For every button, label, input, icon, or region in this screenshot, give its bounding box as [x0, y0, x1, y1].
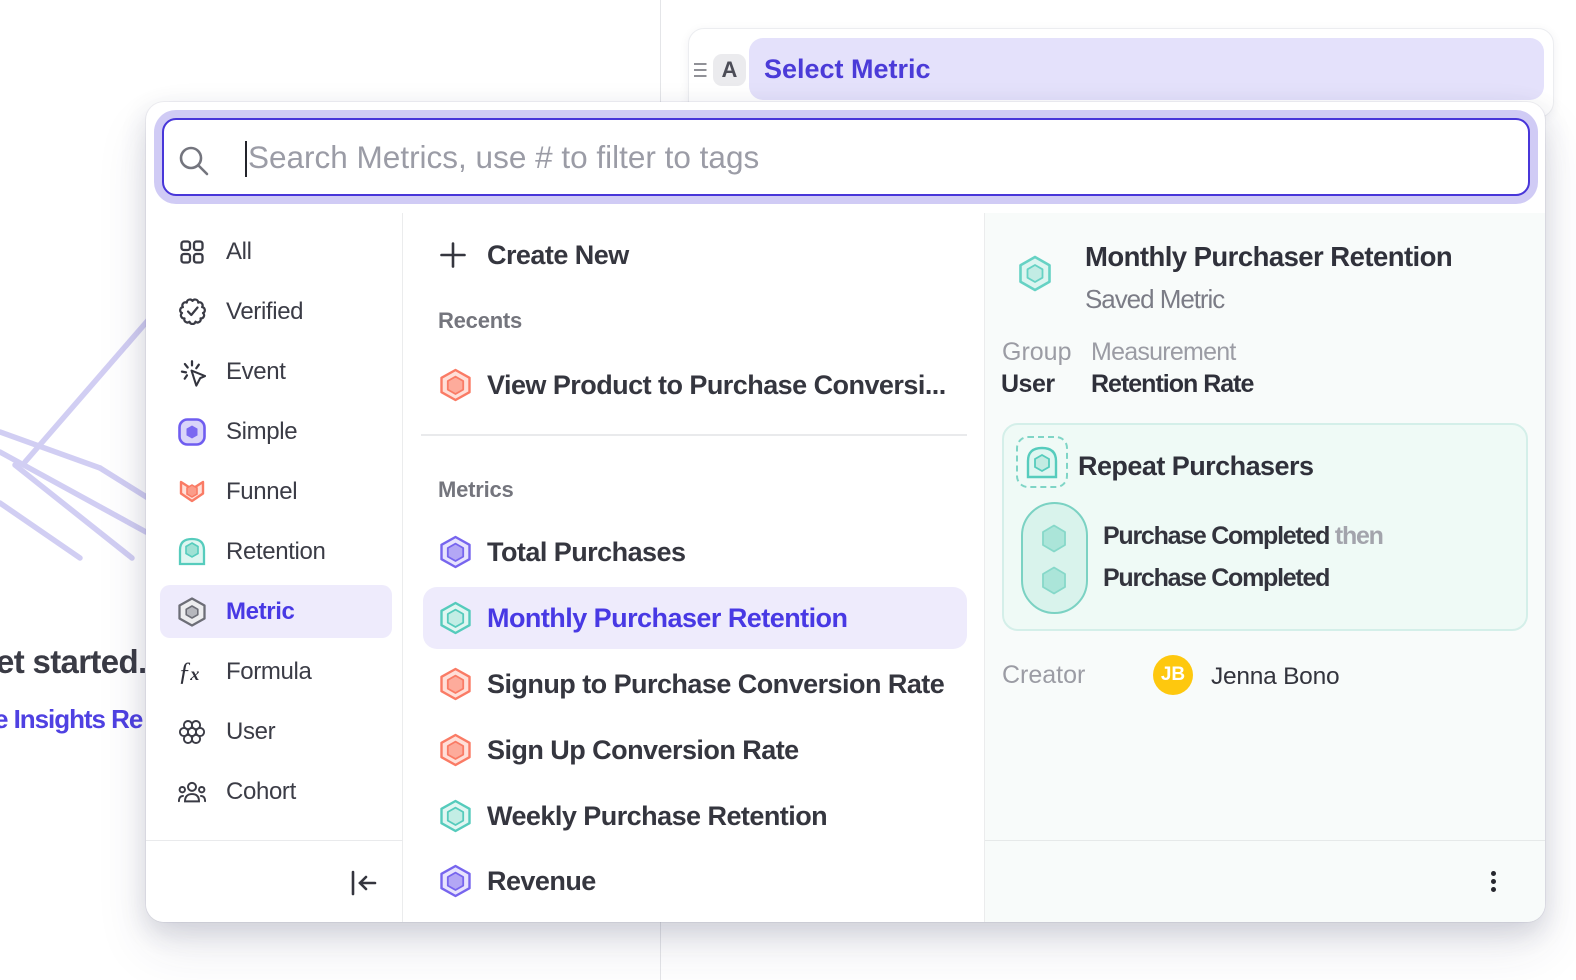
- svg-text:ƒ: ƒ: [178, 657, 191, 686]
- svg-text:x: x: [189, 663, 199, 683]
